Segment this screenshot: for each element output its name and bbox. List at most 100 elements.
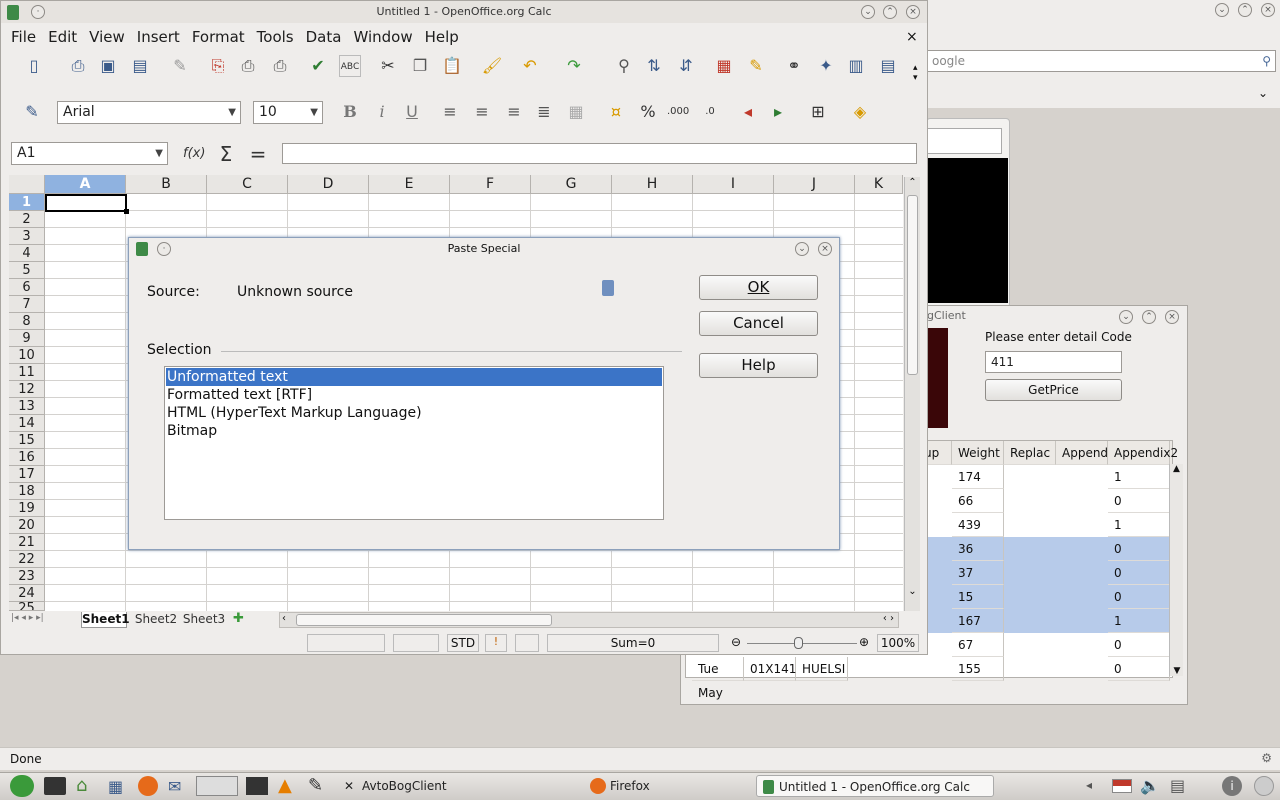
justify-icon[interactable]: ≣	[533, 101, 555, 123]
file-manager-icon[interactable]: ▦	[108, 777, 123, 796]
dialog-menu-button[interactable]: ·	[157, 242, 171, 256]
toolbar-overflow-icon[interactable]: ▴ ▾	[913, 63, 918, 83]
spellcheck-icon[interactable]: ✔	[307, 55, 329, 77]
menu-view[interactable]: View	[83, 25, 131, 49]
text-editor-icon[interactable]: ✎	[308, 775, 323, 796]
monitor-icon[interactable]	[246, 777, 268, 795]
sheet-tab-sheet1[interactable]: Sheet1	[81, 612, 130, 628]
dialog-minimize-button[interactable]: ⌄	[795, 242, 809, 256]
dialog-close-button[interactable]: ×	[818, 242, 832, 256]
column-header-a[interactable]: A	[45, 175, 126, 194]
cut-icon[interactable]: ✂	[377, 55, 399, 77]
col-header-appendix2[interactable]: Appendix2	[1108, 441, 1178, 465]
column-header-k[interactable]: K	[855, 175, 903, 194]
list-item-html[interactable]: HTML (HyperText Markup Language)	[166, 404, 662, 422]
column-header-c[interactable]: C	[207, 175, 288, 194]
get-price-button[interactable]: GetPrice	[985, 379, 1122, 401]
find-icon[interactable]: ⚭	[783, 55, 805, 77]
scroll-left-icon[interactable]: ‹	[282, 613, 286, 624]
menu-insert[interactable]: Insert	[131, 25, 186, 49]
align-right-icon[interactable]: ≡	[503, 101, 525, 123]
sort-descending-icon[interactable]: ⇵	[675, 55, 697, 77]
select-all-corner[interactable]	[9, 175, 45, 194]
sum-icon[interactable]: Σ	[215, 143, 237, 165]
decrease-indent-icon[interactable]: ◂	[737, 101, 759, 123]
print-icon[interactable]: ⎙	[237, 55, 259, 77]
taskbar-item-avtobogclient[interactable]: ✕ AvtoBogClient	[340, 775, 580, 797]
column-header-g[interactable]: G	[531, 175, 612, 194]
new-icon[interactable]: ▯	[23, 55, 45, 77]
navigator-icon[interactable]: ✦	[815, 55, 837, 77]
row-header-14[interactable]: 14	[9, 415, 45, 432]
row-header-12[interactable]: 12	[9, 381, 45, 398]
fill-handle[interactable]	[124, 209, 129, 214]
row-header-20[interactable]: 20	[9, 517, 45, 534]
format-listbox[interactable]: Unformatted text Formatted text [RTF] HT…	[164, 366, 664, 520]
popup-input[interactable]	[926, 128, 1002, 154]
paste-icon[interactable]: 📋	[441, 55, 463, 77]
kickoff-menu-icon[interactable]	[10, 775, 34, 797]
row-header-18[interactable]: 18	[9, 483, 45, 500]
volume-icon[interactable]: 🔈	[1140, 776, 1160, 795]
undo-icon[interactable]: ↶	[519, 55, 541, 77]
copy-icon[interactable]: ❐	[409, 55, 431, 77]
gallery-icon[interactable]: ▥	[845, 55, 867, 77]
taskbar-item-calc[interactable]: Untitled 1 - OpenOffice.org Calc	[756, 775, 994, 797]
scrollbar-thumb[interactable]	[907, 195, 918, 375]
email-icon[interactable]: ▤	[129, 55, 151, 77]
bold-icon[interactable]: B	[339, 101, 361, 123]
background-color-icon[interactable]: ◈	[849, 101, 871, 123]
row-header-4[interactable]: 4	[9, 245, 45, 262]
font-size-select[interactable]: 10 ▼	[253, 101, 323, 124]
row-header-25[interactable]: 25	[9, 602, 45, 611]
align-left-icon[interactable]: ≡	[439, 101, 461, 123]
menu-help[interactable]: Help	[419, 25, 465, 49]
scroll-up-icon[interactable]: ▲	[1170, 464, 1183, 474]
sheet-nav-buttons[interactable]: |◂ ◂ ▸ ▸|	[11, 613, 44, 623]
maximize-button[interactable]: ⌃	[883, 5, 897, 19]
function-wizard-icon[interactable]: f(x)	[183, 143, 205, 165]
close-document-icon[interactable]: ×	[906, 29, 918, 45]
menu-data[interactable]: Data	[300, 25, 348, 49]
terminal-icon[interactable]	[44, 777, 66, 795]
merge-cells-icon[interactable]: ▦	[565, 101, 587, 123]
column-header-b[interactable]: B	[126, 175, 207, 194]
row-header-5[interactable]: 5	[9, 262, 45, 279]
horizontal-scrollbar[interactable]: ‹ ‹ ›	[279, 612, 899, 628]
scroll-right-icon[interactable]: ‹ ›	[883, 613, 894, 624]
ok-button[interactable]: OK	[699, 275, 818, 300]
export-pdf-icon[interactable]: ⎘	[207, 55, 229, 77]
list-item-unformatted-text[interactable]: Unformatted text	[166, 368, 662, 386]
menu-window[interactable]: Window	[347, 25, 418, 49]
col-header-append[interactable]: Append	[1056, 441, 1108, 465]
row-header-21[interactable]: 21	[9, 534, 45, 551]
menu-tools[interactable]: Tools	[251, 25, 300, 49]
firefox-launcher-icon[interactable]	[138, 776, 158, 796]
sort-ascending-icon[interactable]: ⇅	[643, 55, 665, 77]
detail-code-input[interactable]: 411	[985, 351, 1122, 373]
row-header-6[interactable]: 6	[9, 279, 45, 296]
row-header-2[interactable]: 2	[9, 211, 45, 228]
sheet-tab-sheet2[interactable]: Sheet2	[133, 612, 179, 628]
mail-icon[interactable]: ✉	[168, 777, 181, 796]
borders-icon[interactable]: ⊞	[807, 101, 829, 123]
row-header-1[interactable]: 1	[9, 194, 45, 211]
styles-icon[interactable]: ✎	[21, 101, 43, 123]
formula-icon[interactable]: =	[247, 143, 269, 165]
row-header-8[interactable]: 8	[9, 313, 45, 330]
chevron-down-icon[interactable]: ▼	[310, 102, 318, 123]
chevron-down-icon[interactable]: ▼	[155, 143, 163, 164]
row-header-9[interactable]: 9	[9, 330, 45, 347]
row-header-24[interactable]: 24	[9, 585, 45, 602]
column-header-h[interactable]: H	[612, 175, 693, 194]
col-header-replac[interactable]: Replac	[1004, 441, 1056, 465]
edit-file-icon[interactable]: ✎	[169, 55, 191, 77]
browser-close-button[interactable]: ×	[1261, 3, 1275, 17]
table-vertical-scrollbar[interactable]: ▲ ▼	[1169, 464, 1183, 676]
chart-icon[interactable]: ▦	[713, 55, 735, 77]
font-name-select[interactable]: Arial ▼	[57, 101, 241, 124]
browser-search-input[interactable]: oogle ⚲	[926, 50, 1276, 72]
row-header-13[interactable]: 13	[9, 398, 45, 415]
scroll-down-icon[interactable]: ⌄	[905, 586, 920, 597]
column-header-e[interactable]: E	[369, 175, 450, 194]
